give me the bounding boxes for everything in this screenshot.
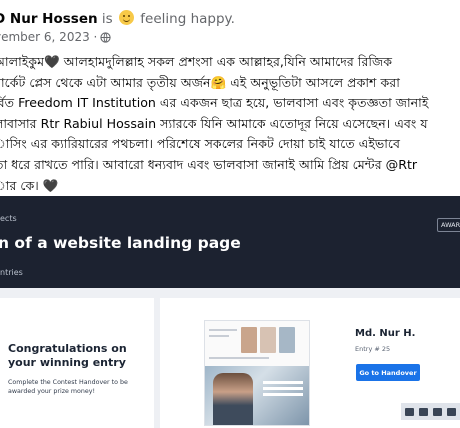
breadcrumb[interactable]: ects: [0, 214, 17, 223]
post-image[interactable]: ects n of a website landing page ntries …: [0, 196, 460, 428]
congrats-heading: Congratulations on your winning entry: [8, 342, 127, 369]
congrats-description: Complete the Contest Handover to be awar…: [8, 379, 128, 395]
mock-nav-line: [209, 335, 229, 337]
mock-photo: [241, 327, 257, 353]
winner-name[interactable]: Md. Nur H.: [355, 328, 415, 339]
system-tray: [401, 403, 460, 420]
happy-emoji-icon: [118, 10, 134, 25]
mock-hero-text: [263, 381, 303, 384]
post-meta: vember 6, 2023 ·: [0, 30, 111, 44]
contest-title: n of a website landing page: [0, 234, 241, 252]
post-text-line: র্বিত Freedom IT Institution এর একজন ছাত…: [0, 95, 429, 111]
go-to-handover-button[interactable]: Go to Handover: [356, 364, 420, 381]
post-text-line: তা ধরে রাখতে পারি। আবারো ধন্যবাদ এবং ভাল…: [0, 156, 418, 172]
entry-thumbnail[interactable]: [204, 320, 310, 426]
post-text-line: আলাইকুম🖤 আলহামদুলিল্লাহ সকল প্রশংসা এক আ…: [0, 54, 393, 69]
congrats-card: Congratulations on your winning entry Co…: [0, 298, 154, 428]
contest-body: Congratulations on your winning entry Co…: [0, 288, 460, 428]
feeling-text: feeling happy.: [140, 11, 235, 27]
award-button[interactable]: AWAR: [437, 218, 460, 232]
mock-nav-line: [209, 329, 237, 331]
post-text-line: ার কে। 🖤: [0, 177, 59, 193]
contest-header: ects n of a website landing page ntries …: [0, 196, 460, 288]
entry-number: Entry # 25: [355, 345, 391, 353]
globe-icon: [100, 31, 111, 43]
post-text-line: মার্কেট প্লেস থেকে এটা আমার তৃতীয় অর্জন…: [0, 74, 400, 90]
author-name[interactable]: D Nur Hossen: [0, 11, 98, 27]
mock-photo: [260, 327, 276, 353]
tray-icon[interactable]: [419, 407, 429, 416]
entries-link[interactable]: ntries: [0, 268, 23, 277]
tray-icon[interactable]: [432, 407, 442, 416]
tray-icon[interactable]: [446, 407, 456, 416]
mock-person-image: [213, 373, 253, 425]
tray-icon[interactable]: [405, 407, 415, 416]
mock-photo: [279, 327, 295, 353]
post-date[interactable]: vember 6, 2023 ·: [0, 30, 97, 44]
post-text-line: লাবাসার Rtr Rabiul Hossain স্যারকে যিনি …: [0, 115, 428, 131]
mock-text-line: [209, 357, 269, 359]
post-header: D Nur Hossen is feeling happy.: [0, 10, 235, 27]
is-text: is: [101, 11, 113, 27]
post-text-line: াসিং এর ক্যারিয়ারের পথচলা। পরিশেষে সকলে…: [0, 136, 400, 152]
post-text: আলাইকুম🖤 আলহামদুলিল্লাহ সকল প্রশংসা এক আ…: [0, 52, 460, 196]
